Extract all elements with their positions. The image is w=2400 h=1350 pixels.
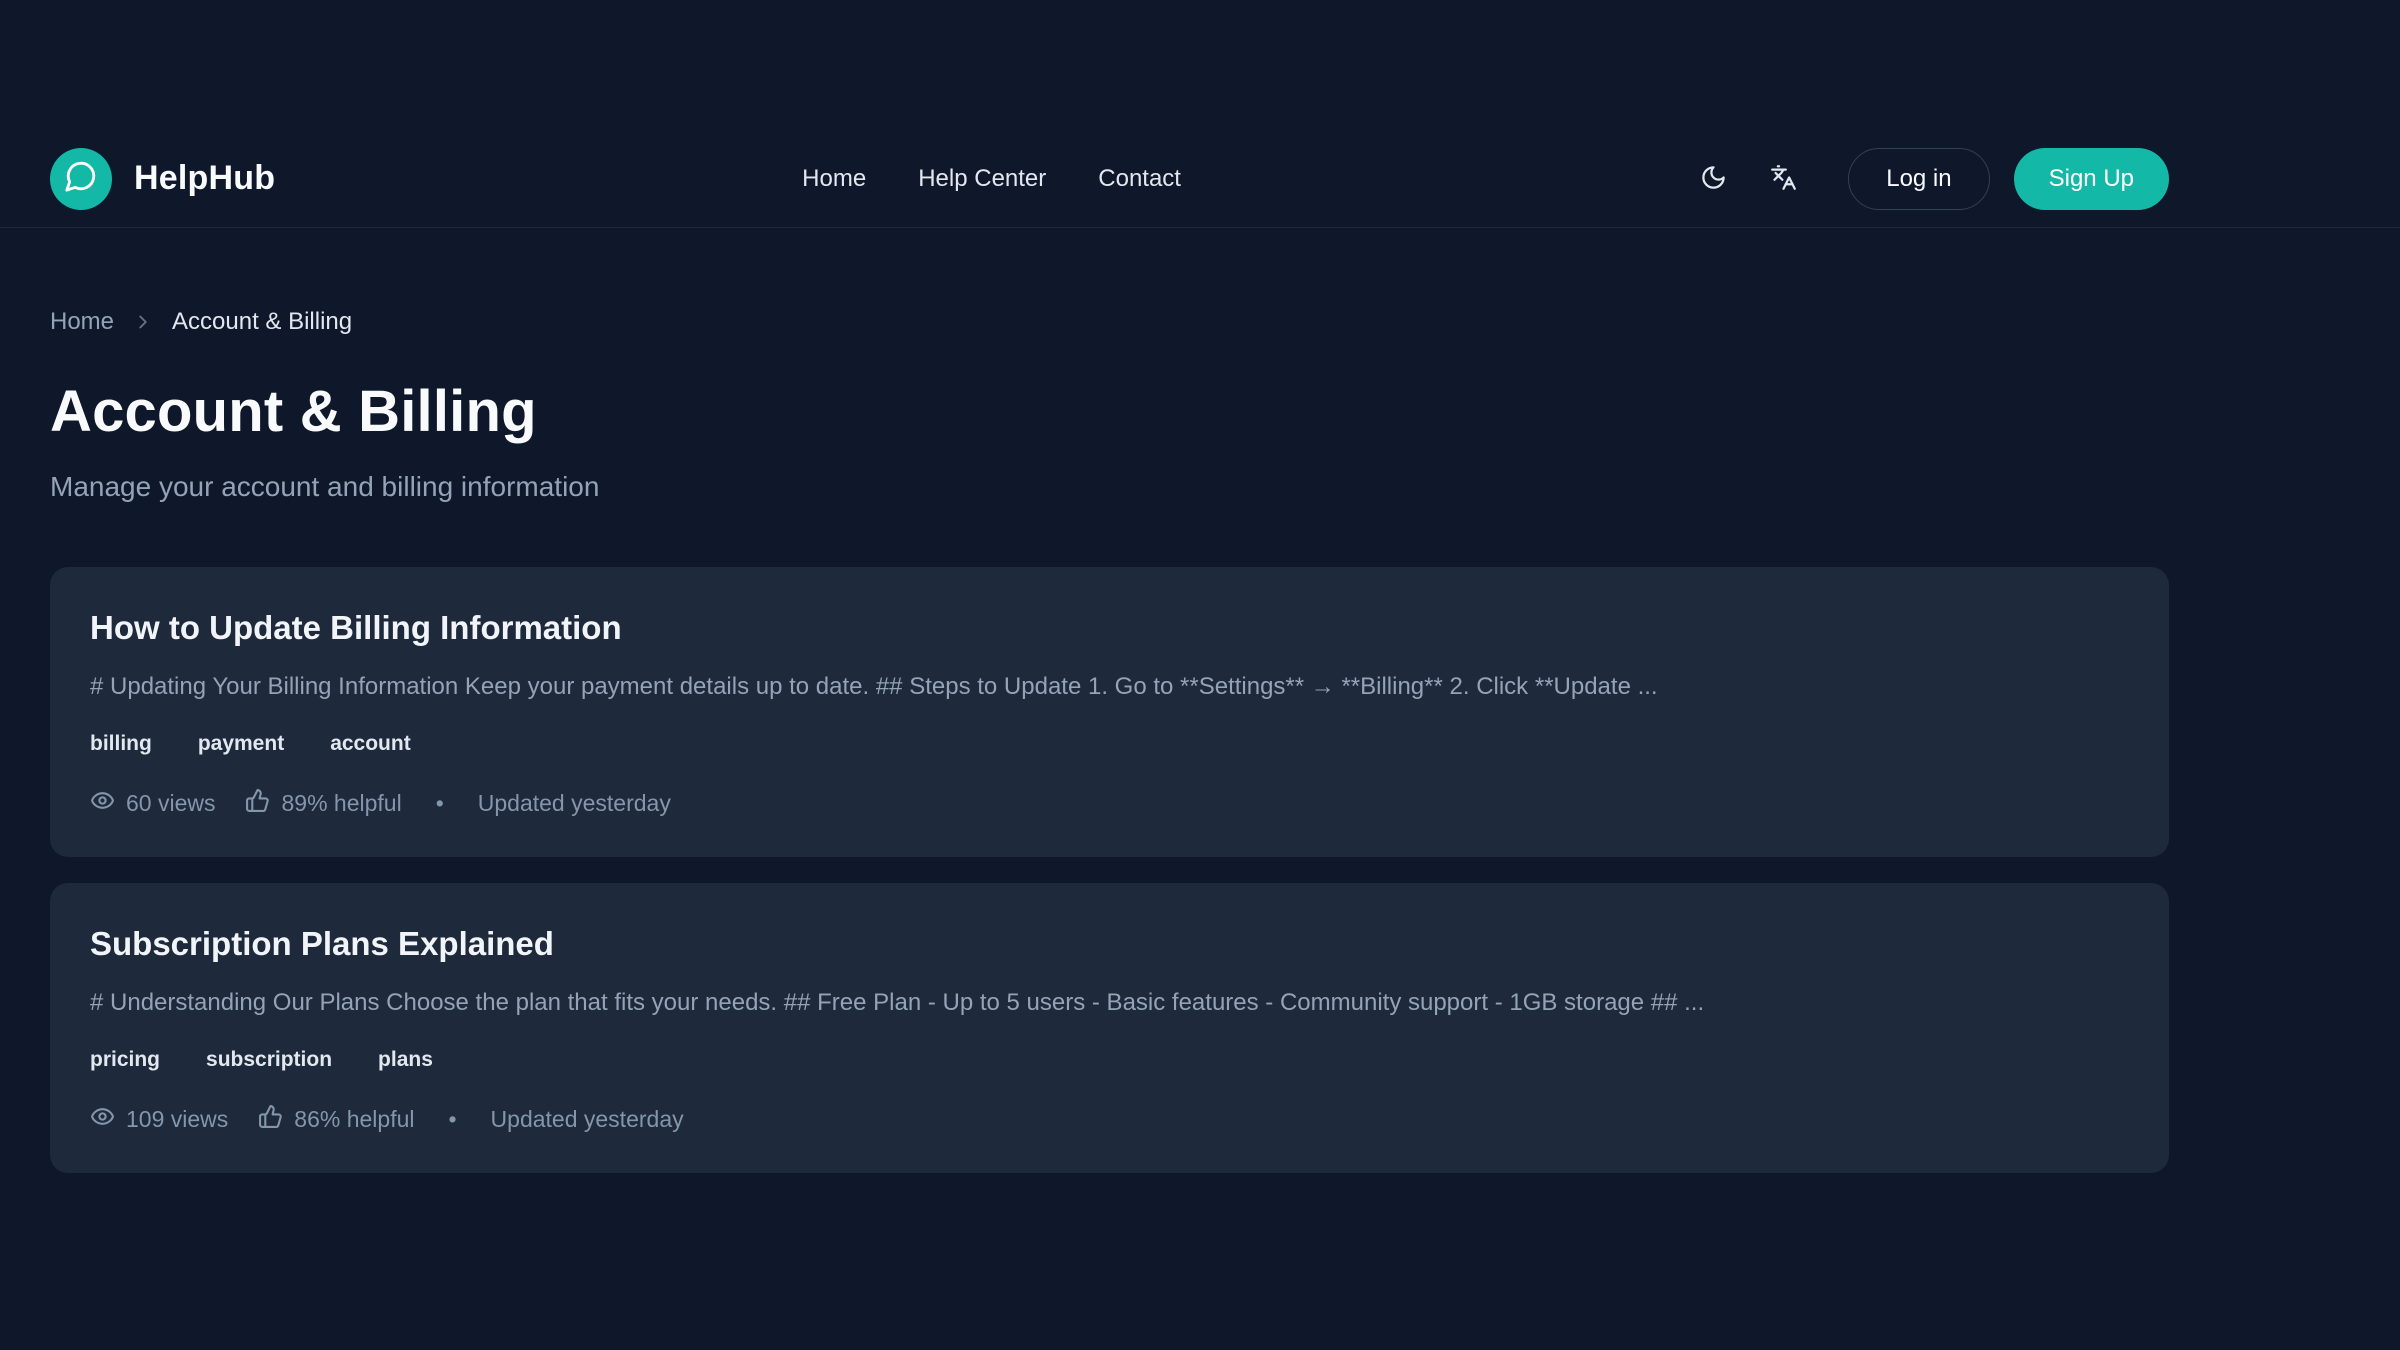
tag: billing: [90, 732, 152, 756]
article-stats: 109 views 86% helpful • Updated yesterda…: [90, 1104, 2129, 1135]
views-count: 60 views: [126, 790, 215, 817]
thumbs-up-icon: [258, 1104, 283, 1135]
page-title: Account & Billing: [50, 378, 2169, 445]
nav-link-contact[interactable]: Contact: [1098, 165, 1181, 193]
article-tags: pricing subscription plans: [90, 1048, 2129, 1072]
brand-logo[interactable]: HelpHub: [50, 148, 275, 210]
article-preview: # Updating Your Billing Information Keep…: [90, 671, 2129, 702]
nav-actions: Log in Sign Up: [1690, 148, 2169, 210]
eye-icon: [90, 1104, 115, 1135]
signup-button[interactable]: Sign Up: [2014, 148, 2169, 210]
nav-link-home[interactable]: Home: [802, 165, 866, 193]
article-title[interactable]: How to Update Billing Information: [90, 609, 2129, 647]
views-stat: 60 views: [90, 788, 215, 819]
tag: plans: [378, 1048, 433, 1072]
main-nav: Home Help Center Contact: [802, 165, 1181, 193]
article-card-billing-info[interactable]: How to Update Billing Information # Upda…: [50, 567, 2169, 857]
tag: pricing: [90, 1048, 160, 1072]
views-count: 109 views: [126, 1106, 228, 1133]
helphub-logo-circle: [50, 148, 112, 210]
nav-link-help-center[interactable]: Help Center: [918, 165, 1046, 193]
breadcrumb-home-link[interactable]: Home: [50, 308, 114, 336]
helpful-percent: 86% helpful: [294, 1106, 414, 1133]
tag: account: [330, 732, 411, 756]
header: HelpHub Home Help Center Contact Log in …: [0, 0, 2400, 228]
article-title[interactable]: Subscription Plans Explained: [90, 925, 2129, 963]
updated-label: Updated yesterday: [478, 790, 671, 817]
chevron-right-icon: [132, 311, 154, 333]
article-stats: 60 views 89% helpful • Updated yesterday: [90, 788, 2129, 819]
languages-icon: [1770, 164, 1797, 194]
thumbs-up-icon: [245, 788, 270, 819]
breadcrumb: Home Account & Billing: [50, 308, 2169, 336]
tag: payment: [198, 732, 284, 756]
main-content: Home Account & Billing Account & Billing…: [50, 308, 2169, 1173]
article-list: How to Update Billing Information # Upda…: [50, 567, 2169, 1173]
updated-label: Updated yesterday: [491, 1106, 684, 1133]
stats-separator: •: [432, 790, 448, 817]
eye-icon: [90, 788, 115, 819]
helpful-stat: 89% helpful: [245, 788, 401, 819]
language-toggle[interactable]: [1760, 156, 1806, 202]
nav-row: HelpHub Home Help Center Contact Log in …: [50, 130, 2169, 227]
brand-name: HelpHub: [134, 159, 275, 198]
views-stat: 109 views: [90, 1104, 228, 1135]
dark-mode-toggle[interactable]: [1690, 156, 1736, 202]
helpful-stat: 86% helpful: [258, 1104, 414, 1135]
message-circle-icon: [64, 159, 98, 198]
page-subtitle: Manage your account and billing informat…: [50, 471, 2169, 503]
tag: subscription: [206, 1048, 332, 1072]
article-preview: # Understanding Our Plans Choose the pla…: [90, 987, 2129, 1018]
helpful-percent: 89% helpful: [281, 790, 401, 817]
stats-separator: •: [444, 1106, 460, 1133]
moon-icon: [1700, 164, 1727, 194]
login-button[interactable]: Log in: [1848, 148, 1989, 210]
breadcrumb-current: Account & Billing: [172, 308, 352, 336]
article-card-subscription-plans[interactable]: Subscription Plans Explained # Understan…: [50, 883, 2169, 1173]
article-tags: billing payment account: [90, 732, 2129, 756]
